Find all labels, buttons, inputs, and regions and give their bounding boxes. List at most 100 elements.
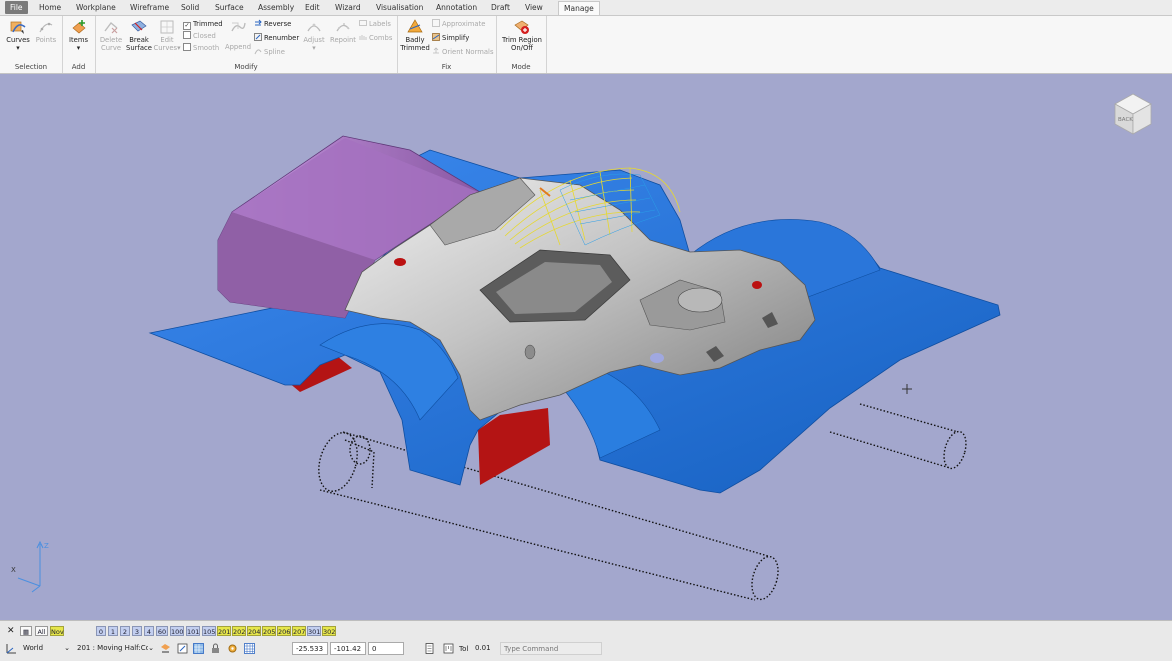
menu-home[interactable]: Home [34,1,66,14]
trimmed-checkbox[interactable]: ✓ Trimmed [183,19,223,30]
break-surface-icon [131,20,147,32]
model-icon[interactable] [160,643,171,654]
menu-wizard[interactable]: Wizard [330,1,366,14]
layer-button[interactable]: 1 [108,626,118,636]
simplify-icon [432,33,440,41]
command-input[interactable]: Type Command [500,642,602,655]
grid-snap-icon[interactable] [193,643,204,654]
body-hole [524,344,536,360]
menu-workplane[interactable]: Workplane [71,1,121,14]
menu-wireframe[interactable]: Wireframe [125,1,174,14]
close-icon[interactable]: ✕ [7,626,15,636]
view-cube-label: BACK [1118,117,1133,123]
checkbox-checked: ✓ [183,22,191,30]
settings-icon[interactable] [227,643,238,654]
layer-all-toggle[interactable]: ▦ [20,626,32,636]
body-hole [394,258,406,266]
spline-button[interactable]: Spline [254,47,285,57]
body-hole [752,281,762,289]
hood-scoop [677,287,723,313]
model-scene[interactable]: BACK Z X [0,74,1172,620]
closed-checkbox[interactable]: Closed [183,31,216,41]
menu-draft[interactable]: Draft [486,1,515,14]
body-hole [650,353,664,363]
graphics-viewport[interactable]: BACK Z X [0,74,1172,620]
workplane-select[interactable]: World ⌄ [20,642,72,655]
simplify-button[interactable]: Simplify [432,33,469,43]
menu-view[interactable]: View [520,1,548,14]
spline-icon [254,49,262,55]
layer-button[interactable]: 60 [156,626,168,636]
layer-button[interactable]: 3 [132,626,142,636]
menu-bar: File Home Workplane Wireframe Solid Surf… [0,0,1172,16]
renumber-button[interactable]: Renumber [254,33,299,43]
adjust-button[interactable]: Adjust ▾ [299,19,329,52]
badly-trimmed-button[interactable]: Badly Trimmed [400,19,430,52]
tolerance-field[interactable]: 0.01 [472,642,498,655]
view-cube[interactable]: BACK [1114,93,1152,135]
menu-file[interactable]: File [5,1,28,14]
layer-button[interactable]: 0 [96,626,106,636]
labels-toggle[interactable]: Labels [359,19,391,29]
menu-manage[interactable]: Manage [558,1,600,15]
chevron-down-icon: ⌄ [64,644,70,652]
ruler-icon[interactable] [443,643,454,654]
trim-region-toggle[interactable]: Trim Region On/Off [499,19,545,52]
points-button[interactable]: Points [33,19,59,44]
labels-icon [359,20,367,26]
calculator-icon[interactable] [424,643,435,654]
approximate-button[interactable]: Approximate [432,19,485,29]
trim-region-icon [514,20,529,34]
layer-button[interactable]: 301 [307,626,321,636]
repoint-icon [336,23,350,32]
layer-button[interactable]: 204 [247,626,261,636]
snap-icon[interactable] [177,643,188,654]
layer-button[interactable]: 202 [232,626,246,636]
adjust-icon [307,23,321,32]
badly-trimmed-icon [407,19,423,33]
smooth-checkbox[interactable]: Smooth [183,43,219,53]
layer-all-button[interactable]: All [35,626,48,636]
append-button[interactable]: Append [223,19,253,51]
z-coordinate-field[interactable]: 0 [368,642,404,655]
layer-button[interactable]: 2 [120,626,130,636]
x-coordinate-field[interactable]: -25.533 [292,642,328,655]
checkbox [183,31,191,39]
menu-annotation[interactable]: Annotation [431,1,482,14]
combs-toggle[interactable]: Combs [359,33,392,43]
layer-button[interactable]: 101 [186,626,200,636]
layer-button[interactable]: 100 [170,626,184,636]
lock-icon[interactable] [210,643,221,654]
curves-button[interactable]: Curves ▾ [5,19,31,52]
tolerance-label: Tol [459,645,469,653]
level-select[interactable]: 201 : Moving Half:Co ⌄ [74,642,156,655]
curves-icon [10,21,26,34]
break-surface-button[interactable]: Break Surface [125,19,153,52]
menu-assembly[interactable]: Assembly [253,1,299,14]
items-button[interactable]: Items ▾ [65,19,92,52]
menu-solid[interactable]: Solid [176,1,204,14]
layer-button[interactable]: 302 [322,626,336,636]
layer-button[interactable]: 206 [277,626,291,636]
menu-surface[interactable]: Surface [210,1,249,14]
grid-icon[interactable] [244,643,255,654]
y-coordinate-field[interactable]: -101.42 [330,642,366,655]
delete-curve-button[interactable]: Delete Curve [98,19,124,52]
group-add: Items ▾ Add [62,16,96,73]
layer-nov-button[interactable]: Nov [50,626,64,636]
reverse-button[interactable]: Reverse [254,19,291,29]
layer-button[interactable]: 205 [262,626,276,636]
points-icon [39,22,53,33]
layer-button[interactable]: 207 [292,626,306,636]
repoint-button[interactable]: Repoint [327,19,359,44]
group-modify: Delete Curve Break Surface Edit Curves▾ ✓ Tr… [95,16,398,73]
orient-normals-button[interactable]: Orient Normals [432,47,493,57]
layer-button[interactable]: 4 [144,626,154,636]
layer-button[interactable]: 201 [217,626,231,636]
layer-button[interactable]: 105 [202,626,216,636]
menu-edit[interactable]: Edit [300,1,325,14]
menu-visualisation[interactable]: Visualisation [371,1,428,14]
edit-curves-button[interactable]: Edit Curves▾ [153,19,181,52]
delete-curve-icon [104,21,118,34]
group-title-add: Add [71,63,86,71]
